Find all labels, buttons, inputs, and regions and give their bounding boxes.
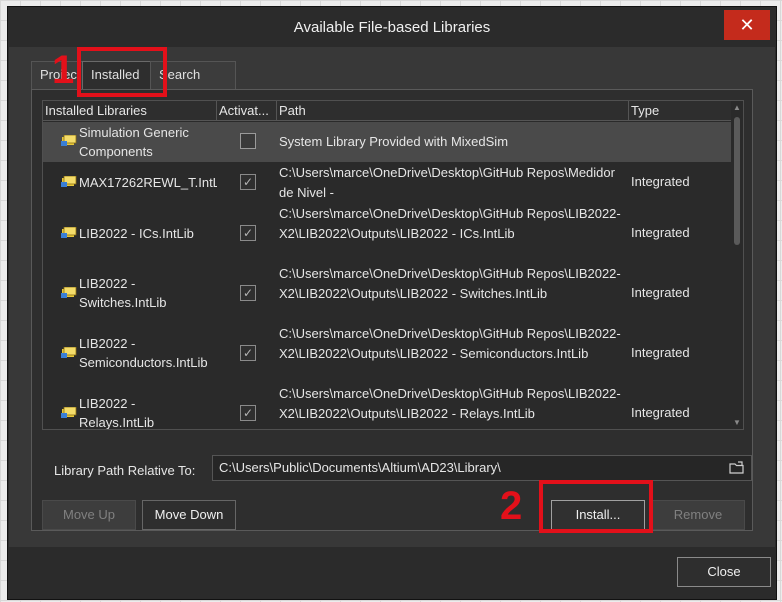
library-path-field[interactable]: C:\Users\Public\Documents\Altium\AD23\Li… [212, 455, 752, 481]
library-path: C:\Users\marce\OneDrive\Desktop\GitHub R… [279, 206, 621, 241]
library-path: System Library Provided with MixedSim [279, 134, 509, 149]
scrollbar-thumb[interactable] [734, 117, 740, 245]
library-path: C:\Users\marce\OneDrive\Desktop\GitHub R… [279, 326, 621, 361]
scroll-up-arrow-icon[interactable]: ▲ [733, 103, 741, 112]
header-path[interactable]: Path [277, 101, 629, 121]
activated-checkbox[interactable]: ✓ [240, 345, 256, 361]
table-row[interactable]: LIB2022 - ICs.IntLib ✓ C:\Users\marce\On… [43, 203, 733, 263]
header-installed-libraries[interactable]: Installed Libraries [43, 101, 217, 121]
folder-open-icon[interactable] [729, 461, 745, 475]
annotation-number-1: 1 [52, 48, 75, 92]
title-bar: Available File-based Libraries ✕ [8, 7, 776, 47]
annotation-number-2: 2 [500, 484, 523, 528]
annotation-box-install-button [539, 480, 653, 533]
table-row[interactable]: LIB2022 - Semiconductors.IntLib ✓ C:\Use… [43, 323, 733, 383]
table-rows: Simulation Generic Components System Lib… [43, 122, 733, 430]
move-down-button[interactable]: Move Down [142, 500, 236, 530]
library-type: Integrated [631, 285, 690, 300]
dialog-title: Available File-based Libraries [293, 19, 491, 36]
table-header: Installed Libraries Activat... Path Type [43, 101, 733, 121]
remove-button[interactable]: Remove [651, 500, 745, 530]
content-panel: Project Installed Search Path Installed … [9, 47, 775, 547]
move-up-button[interactable]: Move Up [42, 500, 136, 530]
activated-checkbox[interactable]: ✓ [240, 225, 256, 241]
library-icon [61, 287, 77, 298]
library-name: LIB2022 - Relays.IntLib [79, 396, 155, 430]
library-icon [61, 135, 77, 146]
header-activated[interactable]: Activat... [217, 101, 277, 121]
table-row[interactable]: LIB2022 - Relays.IntLib ✓ C:\Users\marce… [43, 383, 733, 430]
library-icon [61, 407, 77, 418]
library-icon [61, 347, 77, 358]
library-name: LIB2022 - ICs.IntLib [79, 226, 194, 241]
installed-libraries-table: Installed Libraries Activat... Path Type… [42, 100, 744, 430]
library-type: Integrated [631, 225, 690, 240]
library-path-label: Library Path Relative To: [54, 463, 196, 478]
activated-checkbox[interactable]: ✓ [240, 285, 256, 301]
activated-checkbox[interactable]: ✓ [240, 174, 256, 190]
library-path: C:\Users\marce\OneDrive\Desktop\GitHub R… [279, 165, 615, 200]
installed-tab-body: Installed Libraries Activat... Path Type… [31, 89, 753, 531]
library-icon [61, 176, 77, 187]
table-row[interactable]: MAX17262REWL_T.IntLib ✓ C:\Users\marce\O… [43, 162, 733, 203]
library-type: Integrated [631, 174, 690, 189]
activated-checkbox[interactable] [240, 133, 256, 149]
library-name: LIB2022 - Semiconductors.IntLib [79, 336, 208, 370]
header-type[interactable]: Type [629, 101, 733, 121]
library-type: Integrated [631, 405, 690, 420]
close-icon[interactable]: ✕ [724, 10, 770, 40]
table-row[interactable]: LIB2022 - Switches.IntLib ✓ C:\Users\mar… [43, 263, 733, 323]
library-name: Simulation Generic Components [79, 125, 189, 159]
library-name: MAX17262REWL_T.IntLib [79, 175, 217, 190]
library-type: Integrated [631, 345, 690, 360]
table-vertical-scrollbar[interactable]: ▲ ▼ [731, 101, 743, 429]
table-row[interactable]: Simulation Generic Components System Lib… [43, 122, 733, 162]
library-path: C:\Users\marce\OneDrive\Desktop\GitHub R… [279, 266, 621, 301]
library-path-value: C:\Users\Public\Documents\Altium\AD23\Li… [219, 460, 501, 475]
library-path: C:\Users\marce\OneDrive\Desktop\GitHub R… [279, 386, 621, 421]
close-button[interactable]: Close [677, 557, 771, 587]
annotation-box-installed-tab [77, 47, 167, 97]
activated-checkbox[interactable]: ✓ [240, 405, 256, 421]
library-name: LIB2022 - Switches.IntLib [79, 276, 167, 310]
scroll-down-arrow-icon[interactable]: ▼ [733, 418, 741, 427]
library-icon [61, 227, 77, 238]
